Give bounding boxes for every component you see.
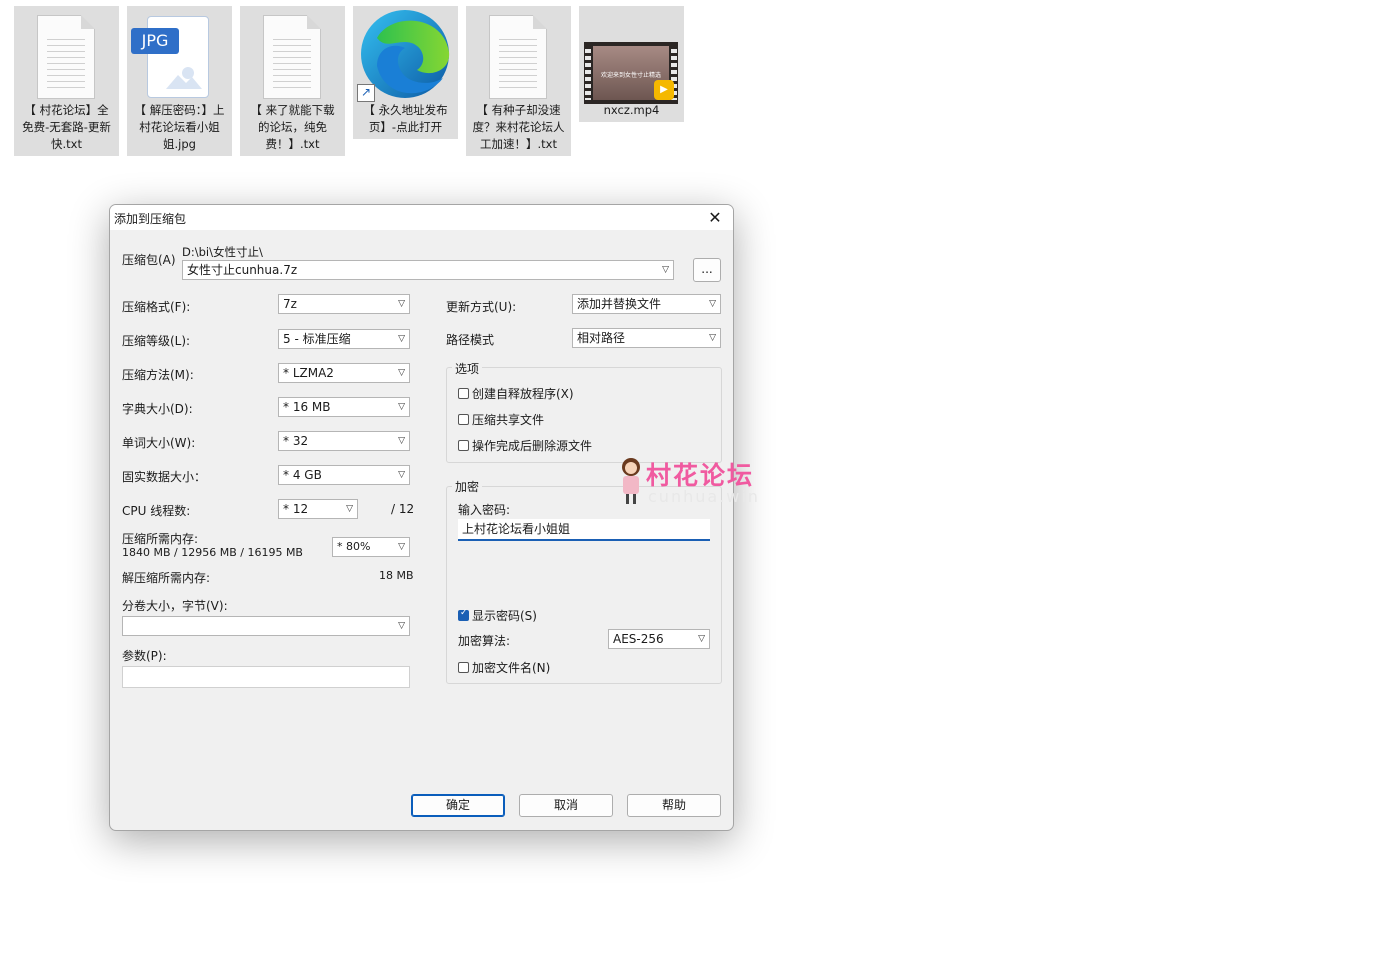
- file-label: 【 来了就能下载的论坛，纯免费！】.txt: [250, 103, 335, 151]
- dialog-titlebar: 添加到压缩包 ✕: [110, 205, 733, 230]
- threads-label: CPU 线程数:: [122, 504, 191, 518]
- show-password-checkbox[interactable]: 显示密码(S): [458, 607, 537, 624]
- mem-decompress-value: 18 MB: [379, 569, 414, 582]
- checkbox-checked-icon: [458, 608, 469, 621]
- archive-path: D:\bi\女性寸止\: [182, 245, 263, 259]
- options-title: 选项: [452, 360, 483, 377]
- password-input[interactable]: 上村花论坛看小姐姐: [458, 519, 710, 541]
- split-select[interactable]: ▽: [122, 616, 410, 636]
- file-label: 【 村花论坛】全免费-无套路-更新快.txt: [22, 103, 111, 151]
- chevron-down-icon: ▽: [398, 542, 405, 552]
- compress-shared-checkbox[interactable]: 压缩共享文件: [458, 411, 544, 428]
- update-label: 更新方式(U):: [446, 300, 517, 314]
- text-file-icon: [263, 15, 321, 99]
- mem-decompress-label: 解压缩所需内存:: [122, 571, 211, 585]
- dict-label: 字典大小(D):: [122, 402, 193, 416]
- create-sfx-checkbox[interactable]: 创建自释放程序(X): [458, 385, 574, 402]
- desktop-file-1[interactable]: 【 村花论坛】全免费-无套路-更新快.txt: [14, 6, 119, 156]
- level-label: 压缩等级(L):: [122, 334, 191, 348]
- girl-mascot-icon: [620, 458, 642, 504]
- password-label: 输入密码:: [458, 503, 511, 517]
- watermark-subtitle: cunhua.win: [648, 487, 760, 506]
- params-label: 参数(P):: [122, 649, 167, 663]
- file-label: 【 解压密码：】上村花论坛看小姐姐.jpg: [134, 103, 225, 151]
- checkbox-icon: [458, 414, 469, 425]
- text-file-icon: [37, 15, 95, 99]
- help-button[interactable]: 帮助: [627, 794, 721, 817]
- ok-button[interactable]: 确定: [411, 794, 505, 817]
- chevron-down-icon: ▽: [662, 265, 669, 275]
- shortcut-arrow-icon: ↗: [357, 84, 375, 102]
- method-label: 压缩方法(M):: [122, 368, 194, 382]
- dialog-title: 添加到压缩包: [114, 212, 187, 226]
- dict-select[interactable]: * 16 MB ▽: [278, 397, 410, 417]
- archive-name-combo[interactable]: 女性寸止cunhua.7z ▽: [182, 260, 674, 280]
- checkbox-icon: [458, 662, 469, 673]
- file-label: nxcz.mp4: [603, 103, 660, 117]
- format-label: 压缩格式(F):: [122, 300, 191, 314]
- split-label: 分卷大小，字节(V):: [122, 599, 228, 613]
- mem-usage-select[interactable]: * 80% ▽: [332, 537, 410, 557]
- chevron-down-icon: ▽: [398, 436, 405, 446]
- watermark: 村花论坛 cunhua.win: [614, 456, 774, 508]
- level-select[interactable]: 5 - 标准压缩 ▽: [278, 329, 410, 349]
- format-select[interactable]: 7z ▽: [278, 294, 410, 314]
- mem-compress-label: 压缩所需内存:: [122, 532, 199, 546]
- desktop-file-4[interactable]: ↗ 【 永久地址发布页】-点此打开: [353, 6, 458, 139]
- desktop-file-3[interactable]: 【 来了就能下载的论坛，纯免费！】.txt: [240, 6, 345, 156]
- word-label: 单词大小(W):: [122, 436, 196, 450]
- checkbox-icon: [458, 388, 469, 399]
- params-input[interactable]: [122, 666, 410, 688]
- chevron-down-icon: ▽: [398, 368, 405, 378]
- chevron-down-icon: ▽: [398, 334, 405, 344]
- encryption-method-label: 加密算法:: [458, 634, 511, 648]
- desktop-file-2[interactable]: JPG 【 解压密码：】上村花论坛看小姐姐.jpg: [127, 6, 232, 156]
- chevron-down-icon: ▽: [398, 621, 405, 631]
- chevron-down-icon: ▽: [398, 402, 405, 412]
- text-file-icon: [489, 15, 547, 99]
- add-to-archive-dialog: 添加到压缩包 ✕ 压缩包(A) D:\bi\女性寸止\ 女性寸止cunhua.7…: [109, 204, 734, 831]
- desktop-file-6[interactable]: 欢迎来到女性寸止精选 ▶ nxcz.mp4: [579, 6, 684, 122]
- desktop-file-5[interactable]: 【 有种子却没速度？来村花论坛人工加速！】.txt: [466, 6, 571, 156]
- chevron-down-icon: ▽: [398, 299, 405, 309]
- threads-max: / 12: [391, 502, 415, 516]
- browse-button[interactable]: ...: [693, 258, 721, 282]
- file-label: 【 有种子却没速度？来村花论坛人工加速！】.txt: [472, 103, 565, 151]
- method-select[interactable]: * LZMA2 ▽: [278, 363, 410, 383]
- jpg-badge: JPG: [131, 28, 179, 54]
- encryption-title: 加密: [452, 478, 483, 495]
- player-badge-icon: ▶: [654, 80, 674, 100]
- threads-select[interactable]: * 12 ▽: [278, 499, 358, 519]
- pathmode-label: 路径模式: [446, 333, 495, 347]
- chevron-down-icon: ▽: [709, 299, 716, 309]
- chevron-down-icon: ▽: [398, 470, 405, 480]
- delete-source-checkbox[interactable]: 操作完成后删除源文件: [458, 437, 592, 454]
- checkbox-icon: [458, 440, 469, 451]
- solid-select[interactable]: * 4 GB ▽: [278, 465, 410, 485]
- pathmode-select[interactable]: 相对路径 ▽: [572, 328, 721, 348]
- video-thumbnail-icon: 欢迎来到女性寸止精选 ▶: [584, 42, 678, 104]
- archive-label: 压缩包(A): [122, 253, 176, 267]
- chevron-down-icon: ▽: [709, 333, 716, 343]
- update-select[interactable]: 添加并替换文件 ▽: [572, 294, 721, 314]
- chevron-down-icon: ▽: [346, 504, 353, 514]
- file-label: 【 永久地址发布页】-点此打开: [363, 103, 448, 134]
- solid-label: 固实数据大小：: [122, 470, 207, 484]
- close-icon[interactable]: ✕: [705, 205, 725, 230]
- chevron-down-icon: ▽: [698, 634, 705, 644]
- encrypt-names-checkbox[interactable]: 加密文件名(N): [458, 659, 550, 676]
- word-select[interactable]: * 32 ▽: [278, 431, 410, 451]
- mem-compress-detail: 1840 MB / 12956 MB / 16195 MB: [122, 546, 303, 559]
- cancel-button[interactable]: 取消: [519, 794, 613, 817]
- encryption-method-select[interactable]: AES-256 ▽: [608, 629, 710, 649]
